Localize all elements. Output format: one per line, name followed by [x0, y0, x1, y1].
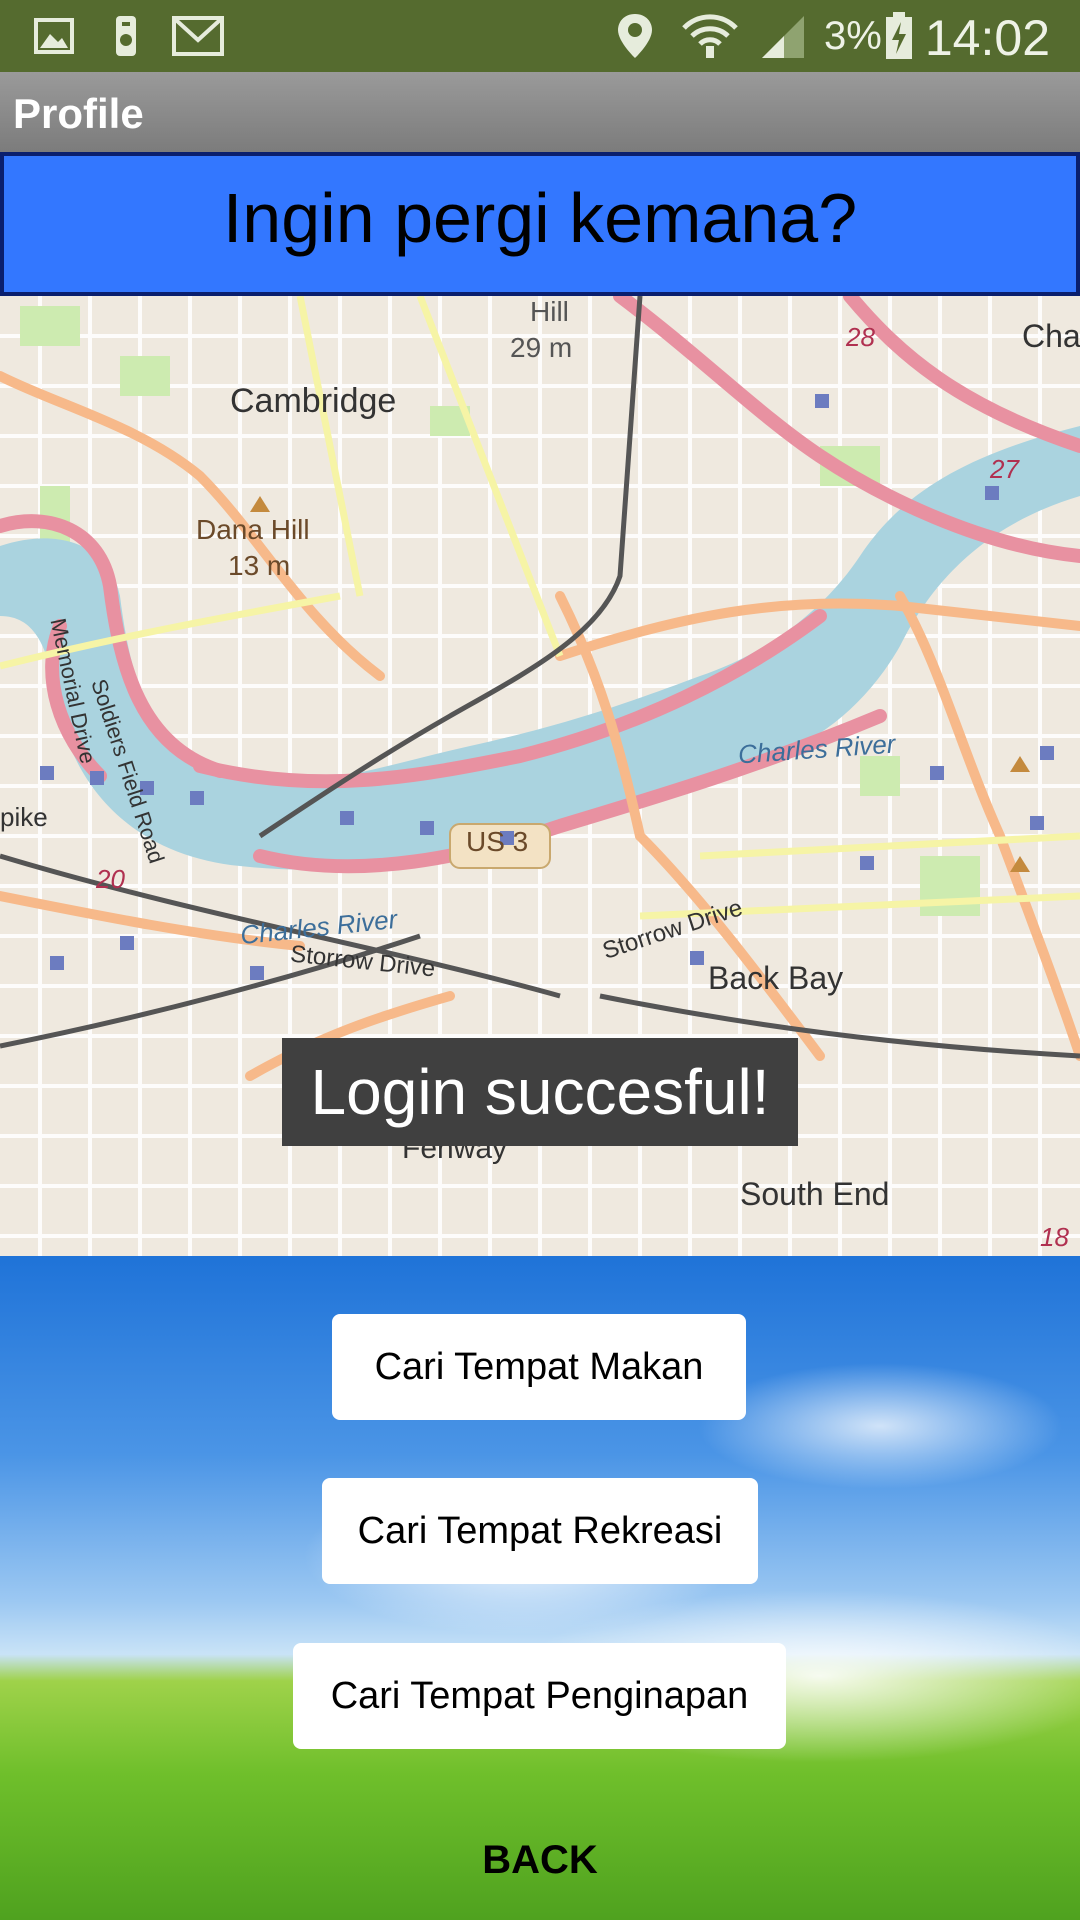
header-banner: Ingin pergi kemana? [0, 152, 1080, 296]
map-label-us3: US 3 [466, 826, 529, 857]
map-label-pike: pike [0, 802, 48, 832]
map-label-charle: Charle [1022, 318, 1080, 354]
map-label-cambridge: Cambridge [230, 382, 397, 420]
page-title: Profile [13, 90, 144, 137]
signal-icon [762, 16, 804, 58]
map-label-back-bay: Back Bay [708, 960, 844, 996]
voicemail-icon [116, 16, 136, 56]
map-label-dana-hill-elev: 13 m [228, 550, 291, 581]
map-label-route-18: 18 [1040, 1222, 1069, 1252]
gallery-icon [34, 18, 74, 54]
map-label-hill: Hill [530, 296, 569, 327]
map-label-route-28: 28 [846, 322, 875, 352]
map-label-hill-elev: 29 m [510, 332, 573, 363]
toast-text: Login succesful! [310, 1056, 770, 1128]
location-icon [618, 14, 652, 58]
toast-message: Login succesful! [282, 1038, 798, 1146]
banner-question: Ingin pergi kemana? [222, 179, 858, 257]
cari-tempat-rekreasi-button[interactable]: Cari Tempat Rekreasi [322, 1478, 758, 1584]
battery-charging-icon [886, 12, 912, 59]
status-bar: 3% 14:02 [0, 0, 1080, 72]
gmail-icon [172, 16, 224, 56]
map-label-south-end: South End [740, 1176, 890, 1212]
clock: 14:02 [924, 10, 1050, 66]
cari-tempat-makan-button[interactable]: Cari Tempat Makan [332, 1314, 746, 1420]
cari-tempat-penginapan-button[interactable]: Cari Tempat Penginapan [293, 1643, 786, 1749]
back-button[interactable]: BACK [430, 1830, 650, 1890]
map-label-route-27: 27 [990, 454, 1019, 484]
title-bar: Profile [0, 72, 1080, 154]
wifi-icon [682, 14, 738, 58]
map-label-route-20: 20 [96, 864, 125, 894]
battery-percent: 3% [824, 14, 882, 58]
map-label-dana-hill: Dana Hill [196, 514, 310, 545]
